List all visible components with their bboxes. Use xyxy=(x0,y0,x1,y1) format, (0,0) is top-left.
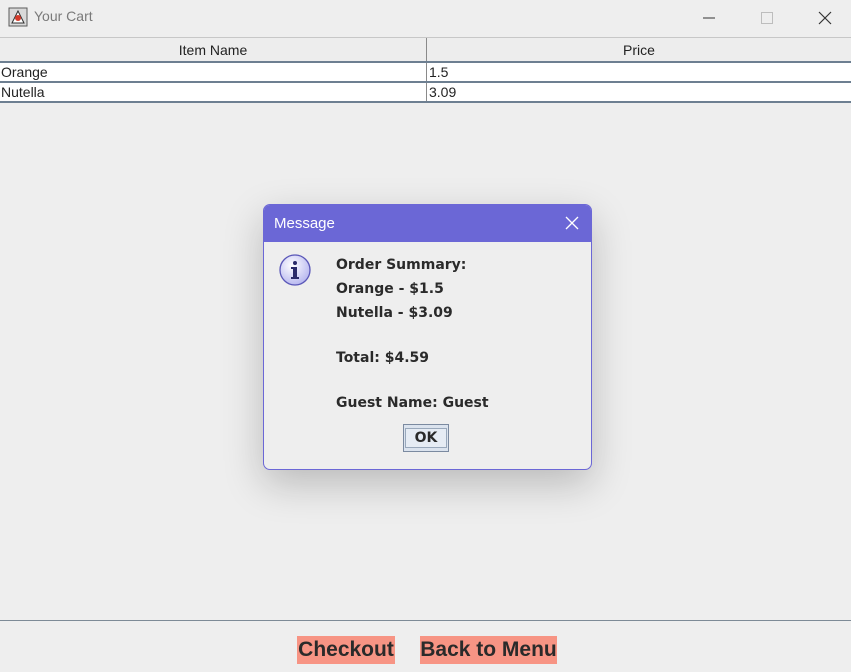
close-icon xyxy=(818,11,832,25)
order-line-item: Orange - $1.5 xyxy=(336,281,444,297)
column-header-price[interactable]: Price xyxy=(427,38,851,61)
minimize-icon xyxy=(703,17,715,19)
cell-item-name[interactable]: Orange xyxy=(0,63,427,81)
ok-button-label: OK xyxy=(404,428,448,448)
ok-button[interactable]: OK xyxy=(403,424,449,452)
cart-table: Item Name Price Orange 1.5 Nutella 3.09 xyxy=(0,37,851,103)
divider xyxy=(0,620,851,621)
maximize-button[interactable] xyxy=(738,0,796,36)
dialog-header: Message xyxy=(264,205,591,242)
info-icon xyxy=(278,253,312,291)
cell-price[interactable]: 1.5 xyxy=(427,63,851,81)
minimize-button[interactable] xyxy=(680,0,738,36)
order-summary-heading: Order Summary: xyxy=(336,257,467,273)
cell-item-name[interactable]: Nutella xyxy=(0,83,427,101)
close-icon xyxy=(565,216,579,230)
cell-price[interactable]: 3.09 xyxy=(427,83,851,101)
window-title: Your Cart xyxy=(34,8,93,24)
maximize-icon xyxy=(761,12,773,24)
order-line-item: Nutella - $3.09 xyxy=(336,305,453,321)
table-row[interactable]: Orange 1.5 xyxy=(0,63,851,83)
java-app-icon xyxy=(8,7,28,27)
back-to-menu-button[interactable]: Back to Menu xyxy=(420,636,557,664)
message-dialog: Message Order Summary: Orange - $1.5 Nut… xyxy=(263,204,592,470)
table-row[interactable]: Nutella 3.09 xyxy=(0,83,851,103)
guest-name: Guest Name: Guest xyxy=(336,395,489,411)
dialog-close-button[interactable] xyxy=(565,216,579,234)
window-titlebar: Your Cart xyxy=(0,0,851,36)
dialog-title: Message xyxy=(274,215,335,232)
table-header: Item Name Price xyxy=(0,37,851,63)
checkout-button[interactable]: Checkout xyxy=(297,636,395,664)
column-header-item-name[interactable]: Item Name xyxy=(0,38,427,61)
order-total: Total: $4.59 xyxy=(336,350,430,366)
close-window-button[interactable] xyxy=(796,0,851,36)
